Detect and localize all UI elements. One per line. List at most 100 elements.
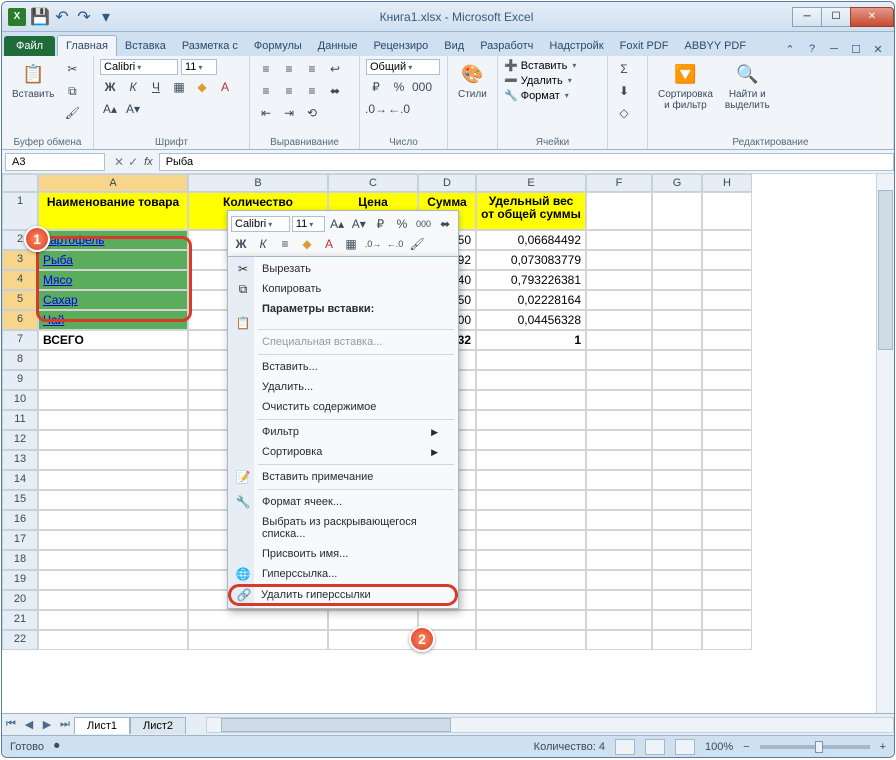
align-bottom-icon[interactable]: ≡: [302, 59, 322, 79]
merge-icon[interactable]: ⬌: [325, 81, 345, 101]
ctx-clear[interactable]: Очистить содержимое: [230, 397, 456, 417]
maximize-button[interactable]: ☐: [821, 7, 851, 27]
styles-button[interactable]: 🎨 Стили: [454, 59, 491, 102]
fill-icon[interactable]: ⬇: [614, 81, 634, 101]
sort-filter-button[interactable]: 🔽 Сортировка и фильтр: [654, 59, 717, 113]
row-header[interactable]: 1: [2, 192, 38, 230]
tab-developer[interactable]: Разработч: [472, 36, 541, 56]
tab-foxit[interactable]: Foxit PDF: [612, 36, 677, 56]
ctx-filter[interactable]: Фильтр▶: [230, 422, 456, 442]
cell[interactable]: Чай: [38, 310, 188, 330]
number-format-combo[interactable]: Общий▾: [366, 59, 440, 75]
window-restore-icon[interactable]: ☐: [848, 43, 864, 56]
ctx-format-cells[interactable]: 🔧Формат ячеек...: [230, 492, 456, 512]
row-header[interactable]: 20: [2, 590, 38, 610]
row-header[interactable]: 21: [2, 610, 38, 630]
tab-addins[interactable]: Надстройк: [541, 36, 611, 56]
zoom-level[interactable]: 100%: [705, 741, 733, 753]
align-left-icon[interactable]: ≡: [256, 81, 276, 101]
wrap-text-icon[interactable]: ↩: [325, 59, 345, 79]
ctx-paste-options[interactable]: Параметры вставки:: [230, 299, 456, 319]
row-header[interactable]: 3: [2, 250, 38, 270]
fill-color-button[interactable]: ◆: [192, 77, 212, 97]
formula-input[interactable]: Рыба: [159, 153, 894, 171]
cell[interactable]: 1: [476, 330, 586, 350]
zoom-out-icon[interactable]: −: [743, 741, 749, 753]
orientation-icon[interactable]: ⟲: [302, 103, 322, 123]
col-header-b[interactable]: B: [188, 174, 328, 192]
row-header[interactable]: 17: [2, 530, 38, 550]
format-cells-button[interactable]: 🔧 Формат▾: [504, 89, 576, 102]
cell[interactable]: 0,073083779: [476, 250, 586, 270]
row-header[interactable]: 8: [2, 350, 38, 370]
find-select-button[interactable]: 🔍 Найти и выделить: [721, 59, 774, 113]
view-pagebreak-icon[interactable]: [675, 739, 695, 755]
help-icon[interactable]: ?: [804, 43, 820, 56]
cell[interactable]: Удельный вес от общей суммы: [476, 192, 586, 230]
save-icon[interactable]: 💾: [32, 9, 48, 25]
mini-grow-font-icon[interactable]: A▴: [327, 214, 347, 234]
view-layout-icon[interactable]: [645, 739, 665, 755]
tab-formulas[interactable]: Формулы: [246, 36, 310, 56]
row-header[interactable]: 13: [2, 450, 38, 470]
mini-italic-button[interactable]: К: [253, 234, 273, 254]
row-header[interactable]: 7: [2, 330, 38, 350]
mini-comma-icon[interactable]: 000: [414, 214, 434, 234]
mini-border-icon[interactable]: ▦: [341, 234, 361, 254]
ctx-cut[interactable]: ✂Вырезать: [230, 259, 456, 279]
increase-decimal-icon[interactable]: .0→: [366, 99, 386, 119]
format-painter-icon[interactable]: 🖌: [62, 103, 82, 123]
name-box[interactable]: A3: [5, 153, 105, 171]
cut-icon[interactable]: ✂: [62, 59, 82, 79]
underline-button[interactable]: Ч: [146, 77, 166, 97]
delete-cells-button[interactable]: ➖ Удалить▾: [504, 74, 576, 87]
col-header-f[interactable]: F: [586, 174, 652, 192]
paste-button[interactable]: 📋 Вставить: [8, 59, 58, 102]
cell[interactable]: 0,793226381: [476, 270, 586, 290]
cell[interactable]: 0,04456328: [476, 310, 586, 330]
tab-review[interactable]: Рецензиро: [366, 36, 437, 56]
align-center-icon[interactable]: ≡: [279, 81, 299, 101]
select-all-corner[interactable]: [2, 174, 38, 192]
ctx-copy[interactable]: ⧉Копировать: [230, 279, 456, 299]
cell[interactable]: 0,02228164: [476, 290, 586, 310]
sheet-nav-first-icon[interactable]: ⏮: [2, 718, 20, 731]
border-button[interactable]: ▦: [169, 77, 189, 97]
sheet-nav-next-icon[interactable]: ▶: [38, 718, 56, 731]
zoom-in-icon[interactable]: +: [880, 741, 886, 753]
mini-dec-dec-icon[interactable]: ←.0: [385, 234, 405, 254]
view-normal-icon[interactable]: [615, 739, 635, 755]
col-header-e[interactable]: E: [476, 174, 586, 192]
ctx-pick-dropdown[interactable]: Выбрать из раскрывающегося списка...: [230, 512, 456, 544]
decrease-indent-icon[interactable]: ⇤: [256, 103, 276, 123]
comma-icon[interactable]: 000: [412, 77, 432, 97]
mini-font-color-icon[interactable]: A: [319, 234, 339, 254]
increase-indent-icon[interactable]: ⇥: [279, 103, 299, 123]
mini-dec-inc-icon[interactable]: .0→: [363, 234, 383, 254]
row-header[interactable]: 10: [2, 390, 38, 410]
tab-home[interactable]: Главная: [57, 35, 117, 56]
mini-font-combo[interactable]: Calibri▾: [231, 216, 290, 232]
zoom-slider[interactable]: [760, 745, 870, 749]
col-header-a[interactable]: A: [38, 174, 188, 192]
row-header[interactable]: 12: [2, 430, 38, 450]
vertical-scrollbar[interactable]: [876, 174, 894, 713]
mini-merge-icon[interactable]: ⬌: [435, 214, 455, 234]
ctx-hyperlink[interactable]: 🌐Гиперссылка...: [230, 564, 456, 584]
align-middle-icon[interactable]: ≡: [279, 59, 299, 79]
qat-more-icon[interactable]: ▾: [98, 9, 114, 25]
macro-record-icon[interactable]: ⏺: [54, 740, 60, 753]
col-header-c[interactable]: C: [328, 174, 418, 192]
minimize-ribbon-icon[interactable]: ⌃: [782, 43, 798, 56]
mini-bold-button[interactable]: Ж: [231, 234, 251, 254]
col-header-d[interactable]: D: [418, 174, 476, 192]
autosum-icon[interactable]: Σ: [614, 59, 634, 79]
ctx-sort[interactable]: Сортировка▶: [230, 442, 456, 462]
undo-icon[interactable]: ↶: [54, 9, 70, 25]
cell[interactable]: 0,06684492: [476, 230, 586, 250]
currency-icon[interactable]: ₽: [366, 77, 386, 97]
cancel-formula-icon[interactable]: ✕: [114, 155, 124, 169]
font-name-combo[interactable]: Calibri▾: [100, 59, 178, 75]
cell[interactable]: ВСЕГО: [38, 330, 188, 350]
italic-button[interactable]: К: [123, 77, 143, 97]
